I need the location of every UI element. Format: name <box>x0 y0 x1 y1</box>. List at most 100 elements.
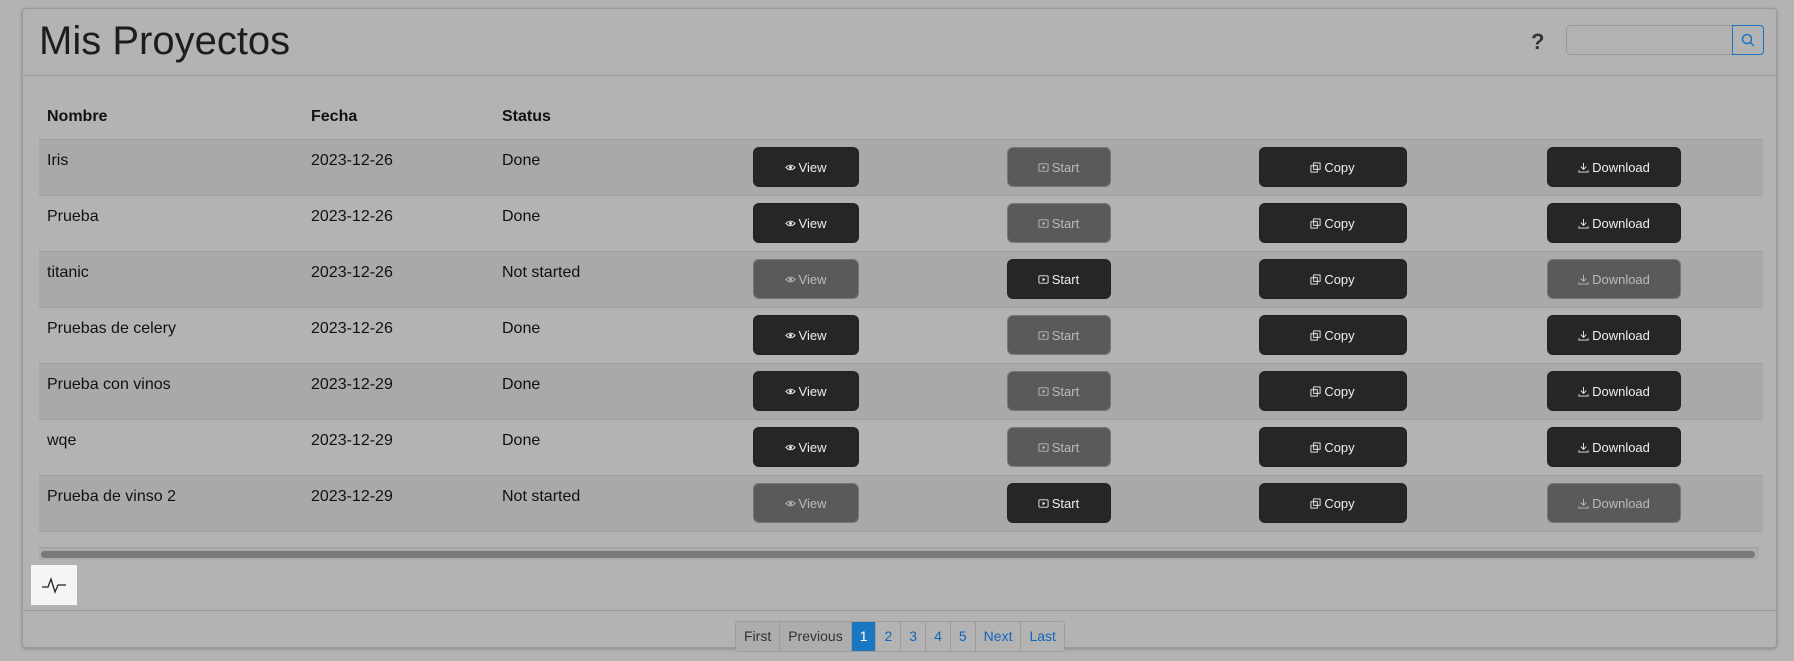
play-icon <box>1038 330 1049 340</box>
start-button[interactable]: Start <box>1006 315 1111 355</box>
cell-status: Done <box>494 419 694 476</box>
start-button-label: Start <box>1051 327 1080 343</box>
start-button[interactable]: Start <box>1006 147 1111 187</box>
download-button[interactable]: Download <box>1547 371 1681 411</box>
view-button-label: View <box>798 439 827 455</box>
play-icon <box>1038 218 1049 228</box>
eye-icon <box>784 164 796 170</box>
download-button[interactable]: Download <box>1547 427 1681 467</box>
download-button-label: Download <box>1592 495 1650 511</box>
pagination-previous[interactable]: Previous <box>780 622 852 651</box>
download-icon <box>1578 330 1589 341</box>
download-icon <box>1578 498 1589 509</box>
pagination: First Previous 1 2 3 4 5 Next Last <box>735 621 1065 652</box>
start-button-label: Start <box>1051 495 1080 511</box>
view-button[interactable]: View <box>752 427 859 467</box>
pagination-next[interactable]: Next <box>975 622 1022 651</box>
cell-nombre: titanic <box>39 251 303 308</box>
download-button-label: Download <box>1592 439 1650 455</box>
help-button[interactable]: ? <box>1531 29 1544 55</box>
view-button-label: View <box>798 495 827 511</box>
download-button[interactable]: Download <box>1547 315 1681 355</box>
start-button-label: Start <box>1051 271 1080 287</box>
pagination-page-4[interactable]: 4 <box>926 622 951 651</box>
search-button[interactable] <box>1732 25 1764 55</box>
cell-nombre: Pruebas de celery <box>39 307 303 364</box>
start-button[interactable]: Start <box>1006 259 1111 299</box>
download-button[interactable]: Download <box>1547 147 1681 187</box>
download-button-label: Download <box>1592 271 1650 287</box>
cell-status: Not started <box>494 251 694 308</box>
download-button[interactable]: Download <box>1547 259 1681 299</box>
table-row: titanic 2023-12-26 Not started View Start Cop… <box>39 251 1763 308</box>
pagination-page-1[interactable]: 1 <box>851 622 877 651</box>
copy-button-label: Copy <box>1324 495 1355 511</box>
cell-fecha: 2023-12-26 <box>303 251 494 308</box>
cell-status: Done <box>494 363 694 420</box>
cell-fecha: 2023-12-29 <box>303 419 494 476</box>
table-row: Prueba de vinso 2 2023-12-29 Not started Vi… <box>39 475 1763 532</box>
column-header-nombre: Nombre <box>47 108 108 125</box>
copy-button[interactable]: Copy <box>1258 427 1407 467</box>
copy-button[interactable]: Copy <box>1258 147 1407 187</box>
search-input[interactable] <box>1566 25 1732 55</box>
start-button-label: Start <box>1051 439 1080 455</box>
start-button-label: Start <box>1051 215 1080 231</box>
pagination-last[interactable]: Last <box>1021 622 1064 651</box>
copy-button[interactable]: Copy <box>1258 371 1407 411</box>
copy-button-label: Copy <box>1324 271 1355 287</box>
eye-icon <box>784 220 796 226</box>
pagination-page-2[interactable]: 2 <box>876 622 902 651</box>
view-button[interactable]: View <box>752 259 859 299</box>
pagination-page-3[interactable]: 3 <box>901 622 927 651</box>
table-row: Iris 2023-12-26 Done View Start Copy Download <box>39 139 1763 196</box>
start-button[interactable]: Start <box>1006 483 1111 523</box>
projects-table: Nombre Fecha Status Iris 2023-12-26 Done Vi… <box>39 95 1763 532</box>
play-icon <box>1038 162 1049 172</box>
start-button-label: Start <box>1051 383 1080 399</box>
download-button[interactable]: Download <box>1547 483 1681 523</box>
copy-button[interactable]: Copy <box>1258 259 1407 299</box>
start-button[interactable]: Start <box>1006 427 1111 467</box>
pagination-first[interactable]: First <box>736 622 781 651</box>
view-button[interactable]: View <box>752 371 859 411</box>
copy-button[interactable]: Copy <box>1258 483 1407 523</box>
start-button[interactable]: Start <box>1006 203 1111 243</box>
search-icon <box>1741 33 1755 47</box>
copy-button[interactable]: Copy <box>1258 315 1407 355</box>
start-button[interactable]: Start <box>1006 371 1111 411</box>
search-bar <box>1566 25 1764 55</box>
copy-button-label: Copy <box>1324 327 1355 343</box>
scrollbar-thumb[interactable] <box>41 551 1755 558</box>
activity-icon <box>42 576 66 594</box>
cell-nombre: Prueba de vinso 2 <box>39 475 303 532</box>
view-button[interactable]: View <box>752 315 859 355</box>
copy-icon <box>1310 497 1321 509</box>
cell-status: Not started <box>494 475 694 532</box>
table-row: Prueba 2023-12-26 Done View Start Copy Downloa… <box>39 195 1763 252</box>
eye-icon <box>784 444 796 450</box>
view-button[interactable]: View <box>752 203 859 243</box>
download-button-label: Download <box>1592 159 1650 175</box>
download-button[interactable]: Download <box>1547 203 1681 243</box>
eye-icon <box>784 500 796 506</box>
view-button[interactable]: View <box>752 483 859 523</box>
table-row: Prueba con vinos 2023-12-29 Done View Start C… <box>39 363 1763 420</box>
pagination-page-5[interactable]: 5 <box>950 622 976 651</box>
download-icon <box>1578 386 1589 397</box>
cell-fecha: 2023-12-26 <box>303 139 494 196</box>
eye-icon <box>784 388 796 394</box>
eye-icon <box>784 276 796 282</box>
copy-button[interactable]: Copy <box>1258 203 1407 243</box>
download-icon <box>1578 442 1589 453</box>
view-button-label: View <box>798 327 827 343</box>
horizontal-scrollbar[interactable] <box>39 547 1759 560</box>
cell-fecha: 2023-12-29 <box>303 363 494 420</box>
view-button[interactable]: View <box>752 147 859 187</box>
cell-status: Done <box>494 195 694 252</box>
cell-status: Done <box>494 139 694 196</box>
projects-panel: Mis Proyectos ? Nombre Fecha Status Iris… <box>22 8 1777 652</box>
activity-button[interactable] <box>31 565 77 605</box>
copy-icon <box>1310 441 1321 453</box>
copy-icon <box>1310 385 1321 397</box>
